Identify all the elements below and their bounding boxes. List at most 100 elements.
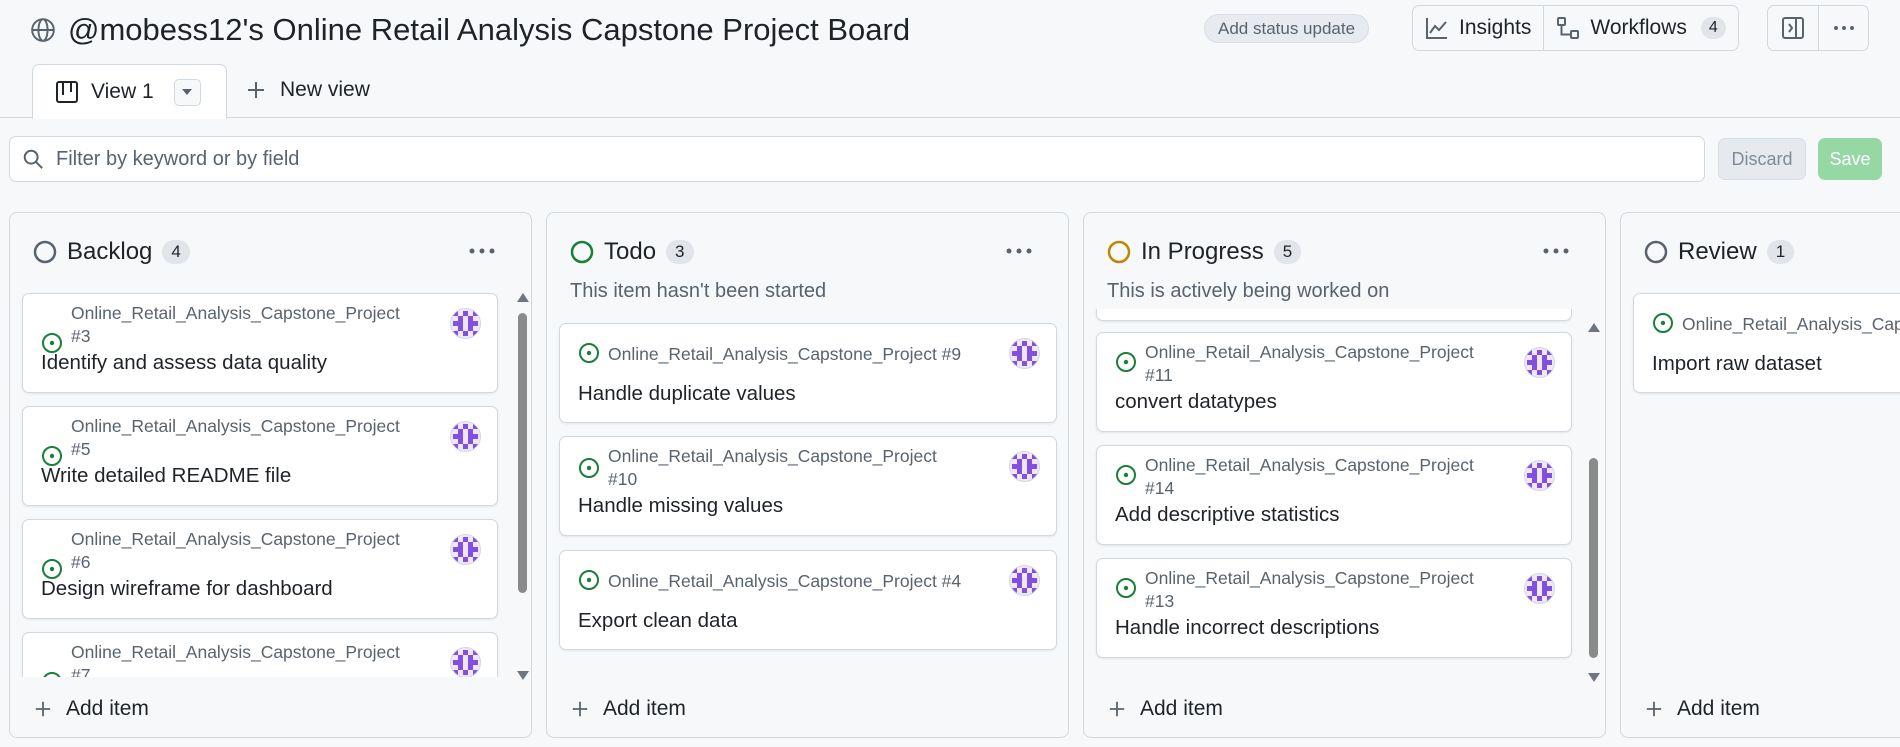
scroll-up-arrow[interactable]: [517, 293, 529, 302]
column-in-progress: In Progress 5 This is actively being wor…: [1083, 212, 1606, 738]
column-menu-button[interactable]: [1002, 239, 1036, 263]
issue-opened-icon: [1116, 352, 1136, 372]
column-menu-button[interactable]: [465, 239, 499, 263]
column-menu-button[interactable]: [1539, 239, 1573, 263]
view-options-dropdown[interactable]: [173, 78, 201, 106]
column-description: This is actively being worked on: [1107, 280, 1390, 302]
insights-button[interactable]: Insights: [1413, 6, 1543, 50]
column-count: 1: [1766, 240, 1795, 264]
add-item-button[interactable]: Add item: [571, 697, 686, 721]
add-item-button[interactable]: Add item: [1108, 697, 1223, 721]
scrollbar-thumb[interactable]: [1589, 458, 1598, 658]
new-view-button[interactable]: New view: [246, 78, 370, 102]
plus-icon: [35, 701, 51, 717]
plus-icon: [1646, 701, 1662, 717]
avatar[interactable]: [450, 308, 481, 339]
add-item-label: Add item: [603, 697, 686, 720]
card-repo: Online_Retail_Analysis_Capstone_Project …: [608, 344, 962, 364]
card-title: convert datatypes: [1115, 390, 1277, 413]
card-repo: Online_Retail_Analysis_Capstone_Project …: [608, 571, 962, 591]
add-item-button[interactable]: Add item: [34, 697, 149, 721]
scroll-down-arrow[interactable]: [1588, 673, 1600, 682]
avatar[interactable]: [450, 647, 481, 678]
avatar[interactable]: [1009, 451, 1040, 482]
filter-placeholder: Filter by keyword or by field: [56, 147, 300, 170]
card-title: Import raw dataset: [1652, 352, 1822, 375]
avatar[interactable]: [1009, 565, 1040, 596]
card[interactable]: Online_Retail_Analysis_Capstone_Project #…: [1096, 332, 1572, 432]
card-repo: Online_Retail_Analysis_Capstone_Project #…: [71, 529, 400, 572]
card-title: Identify and assess data quality: [41, 351, 328, 374]
column-name: In Progress: [1141, 238, 1264, 265]
add-status-update-button[interactable]: Add status update: [1204, 14, 1370, 43]
project-header: @mobess12's Online Retail Analysis Capst…: [0, 0, 1900, 60]
card-title: Design wireframe for dashboard: [41, 577, 333, 600]
issue-opened-icon: [1653, 313, 1673, 333]
filter-input[interactable]: Filter by keyword or by field: [9, 136, 1705, 182]
card[interactable]: Online_Retail_Analysis_Capstone_Project #…: [22, 406, 498, 506]
avatar[interactable]: [450, 421, 481, 452]
identicon-icon: [453, 311, 478, 336]
column-review: Review 1 Online_Retail_Analysis_Capstone…: [1620, 212, 1900, 738]
save-button[interactable]: Save: [1818, 138, 1882, 180]
issue-opened-icon: [579, 570, 599, 590]
tab-view-1[interactable]: View 1: [32, 64, 227, 119]
scrollbar-thumb[interactable]: [518, 313, 527, 593]
card-title: Write detailed README file: [41, 464, 292, 487]
plus-icon: [572, 701, 588, 717]
card-repo: Online_Retail_Analysis_Capstone_Project #…: [1145, 342, 1474, 385]
avatar[interactable]: [450, 534, 481, 565]
column-description: This item hasn't been started: [570, 280, 827, 302]
card[interactable]: Online_Retail_Analysis_Capstone_Project #…: [1096, 445, 1572, 545]
search-icon: [23, 149, 43, 169]
avatar[interactable]: [1524, 347, 1555, 378]
card[interactable]: Online_Retail_Analysis_Capstone_Project #…: [22, 293, 498, 393]
column-count: 4: [162, 240, 190, 264]
workflows-button[interactable]: Workflows 4: [1543, 6, 1737, 50]
add-item-button[interactable]: Add item: [1645, 697, 1760, 721]
column-scrollbar[interactable]: [1586, 323, 1600, 683]
globe-icon: [31, 18, 55, 42]
card-title: Handle missing values: [578, 494, 784, 517]
scroll-down-arrow[interactable]: [517, 671, 529, 680]
column-name: Todo: [604, 238, 657, 265]
card-repo: Online_Retail_Analysis_Capstone_Project #…: [608, 446, 937, 489]
scroll-up-arrow[interactable]: [1588, 323, 1600, 332]
more-options-button[interactable]: [1818, 6, 1868, 50]
title-wrap: @mobess12's Online Retail Analysis Capst…: [30, 12, 910, 48]
kebab-horizontal-icon: [1006, 248, 1032, 254]
discard-button[interactable]: Discard: [1718, 138, 1806, 180]
insights-label: Insights: [1459, 16, 1532, 39]
card-repo: Online_Retail_Analysis_Capstone_Project #…: [1145, 568, 1474, 611]
identicon-icon: [1527, 350, 1552, 375]
avatar[interactable]: [1524, 573, 1555, 604]
plus-icon: [1109, 701, 1125, 717]
avatar[interactable]: [1524, 460, 1555, 491]
workflows-label: Workflows: [1590, 16, 1687, 39]
card-repo: Online_Retail_Analysis_Capstone_Project: [1682, 314, 1900, 334]
card-title: Handle duplicate values: [578, 382, 796, 405]
kebab-horizontal-icon: [1833, 26, 1854, 30]
avatar[interactable]: [1009, 338, 1040, 369]
column-name: Backlog: [67, 238, 153, 265]
column-scrollbar[interactable]: [515, 293, 529, 683]
identicon-icon: [1527, 576, 1552, 601]
card[interactable]: Online_Retail_Analysis_Capstone_Project #…: [1096, 558, 1572, 658]
plus-icon: [248, 82, 264, 98]
add-item-label: Add item: [66, 697, 149, 720]
card[interactable]: Online_Retail_Analysis_Capstone_Project …: [559, 550, 1057, 650]
identicon-icon: [1012, 568, 1037, 593]
card[interactable]: Online_Retail_Analysis_Capstone_Project #…: [22, 519, 498, 619]
card[interactable]: Online_Retail_Analysis_Capstone_Project …: [1633, 293, 1900, 393]
workflows-count: 4: [1700, 17, 1726, 39]
card[interactable]: Online_Retail_Analysis_Capstone_Project …: [559, 323, 1057, 423]
card[interactable]: Online_Retail_Analysis_Capstone_Project #…: [559, 436, 1057, 536]
column-header: Backlog 4: [33, 238, 190, 266]
header-actions: Insights Workflows 4: [1412, 5, 1739, 51]
identicon-icon: [453, 650, 478, 675]
issue-opened-icon: [1116, 465, 1136, 485]
side-panel-button[interactable]: [1768, 6, 1818, 50]
status-circle-icon: [1107, 240, 1131, 264]
status-circle-icon: [570, 240, 594, 264]
issue-opened-icon: [1116, 578, 1136, 598]
